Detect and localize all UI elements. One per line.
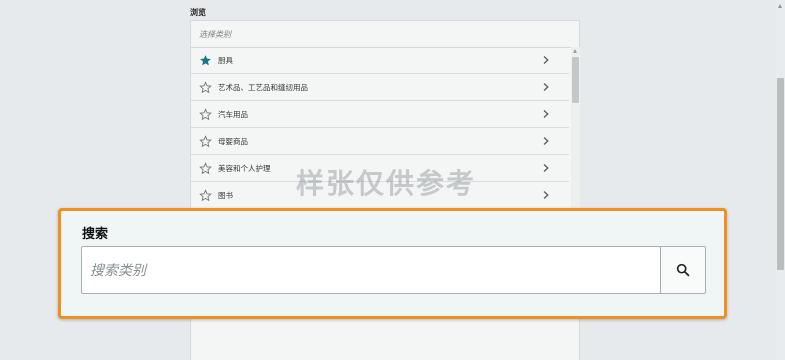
star-outline-icon[interactable] (198, 188, 212, 202)
category-select-header[interactable]: 选择类别 (191, 21, 579, 48)
search-button[interactable] (660, 246, 706, 294)
category-item-baby[interactable]: 母婴商品 (191, 128, 569, 155)
star-outline-icon[interactable] (198, 161, 212, 175)
search-input[interactable] (82, 247, 660, 293)
category-list-scrollbar[interactable] (571, 47, 580, 222)
page-scrollbar[interactable] (776, 0, 785, 360)
chevron-right-icon (543, 191, 549, 199)
category-item-label: 母婴商品 (218, 136, 248, 146)
star-outline-icon[interactable] (198, 107, 212, 121)
browse-title: 浏览 (190, 8, 206, 17)
search-label: 搜索 (82, 226, 109, 241)
chevron-right-icon (543, 137, 549, 145)
chevron-right-icon (543, 56, 549, 64)
search-field[interactable] (81, 246, 661, 294)
category-item-label: 图书 (218, 190, 233, 200)
category-item-arts-crafts[interactable]: 艺术品、工艺品和缝纫用品 (191, 74, 569, 101)
star-outline-icon[interactable] (198, 134, 212, 148)
scrollbar-thumb[interactable] (777, 78, 784, 270)
scroll-up-arrow-icon[interactable] (573, 49, 577, 53)
category-item-label: 厨具 (218, 55, 233, 65)
chevron-right-icon (543, 110, 549, 118)
chevron-right-icon (543, 83, 549, 91)
scrollbar-thumb[interactable] (572, 57, 579, 103)
star-outline-icon[interactable] (198, 80, 212, 94)
category-item-label: 美容和个人护理 (218, 163, 271, 173)
search-section-highlight: 搜索 (58, 208, 727, 319)
star-filled-icon[interactable] (198, 53, 212, 67)
category-item-label: 汽车用品 (218, 109, 248, 119)
watermark: 样张仅供参考 (296, 167, 477, 200)
scroll-up-arrow-icon[interactable] (778, 4, 782, 8)
search-icon (676, 263, 690, 277)
category-item-kitchenware[interactable]: 厨具 (191, 47, 569, 74)
category-item-label: 艺术品、工艺品和缝纫用品 (218, 82, 308, 92)
chevron-right-icon (543, 164, 549, 172)
category-item-automotive[interactable]: 汽车用品 (191, 101, 569, 128)
